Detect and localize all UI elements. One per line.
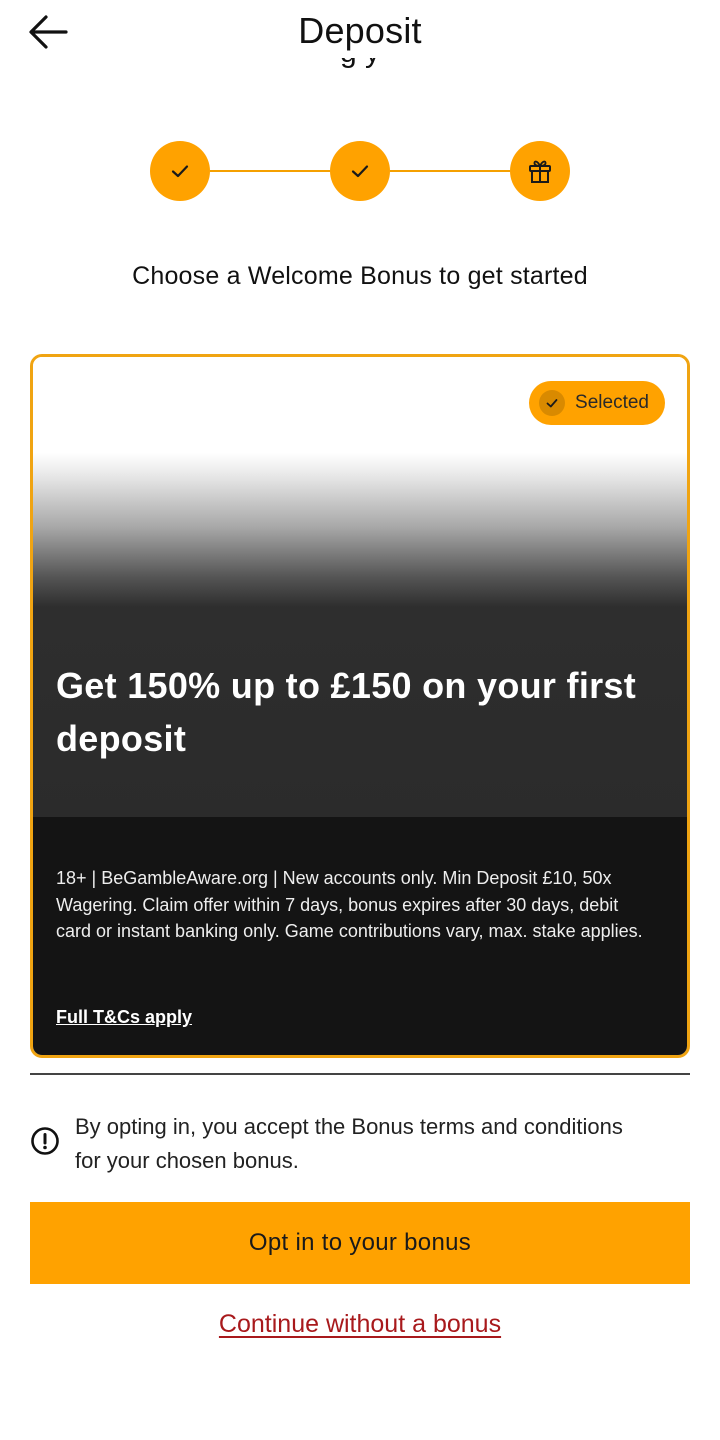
bonus-hero-image: Selected Get 150% up to £150 on your fir… — [33, 357, 687, 817]
step-2-complete — [330, 141, 390, 201]
progress-stepper — [150, 141, 570, 201]
step-connector — [210, 170, 330, 172]
bonus-terms-text: 18+ | BeGambleAware.org | New accounts o… — [56, 868, 643, 941]
full-tcs-link[interactable]: Full T&Cs apply — [56, 1007, 192, 1028]
choose-bonus-heading: Choose a Welcome Bonus to get started — [132, 262, 588, 290]
clipped-subtitle: g y — [0, 58, 720, 90]
exclamation-circle-icon — [31, 1127, 59, 1155]
selected-label: Selected — [575, 392, 649, 413]
step-1-complete — [150, 141, 210, 201]
continue-without-bonus-link[interactable]: Continue without a bonus — [219, 1310, 501, 1338]
divider — [30, 1073, 690, 1075]
continue-without-bonus-container: Continue without a bonus — [0, 1310, 720, 1339]
bonus-terms-panel: 18+ | BeGambleAware.org | New accounts o… — [33, 817, 687, 1055]
bonus-card[interactable]: Selected Get 150% up to £150 on your fir… — [30, 354, 690, 1058]
check-icon — [351, 165, 369, 178]
check-icon — [539, 390, 566, 416]
opt-in-notice-text: By opting in, you accept the Bonus terms… — [75, 1114, 623, 1173]
opt-in-button[interactable]: Opt in to your bonus — [30, 1202, 690, 1284]
gift-icon — [529, 160, 551, 183]
step-3-current — [510, 141, 570, 201]
step-connector — [390, 170, 510, 172]
check-icon — [171, 165, 189, 178]
bonus-headline: Get 150% up to £150 on your first deposi… — [56, 665, 637, 759]
page-title: Deposit — [298, 10, 422, 51]
selected-badge: Selected — [529, 381, 665, 425]
